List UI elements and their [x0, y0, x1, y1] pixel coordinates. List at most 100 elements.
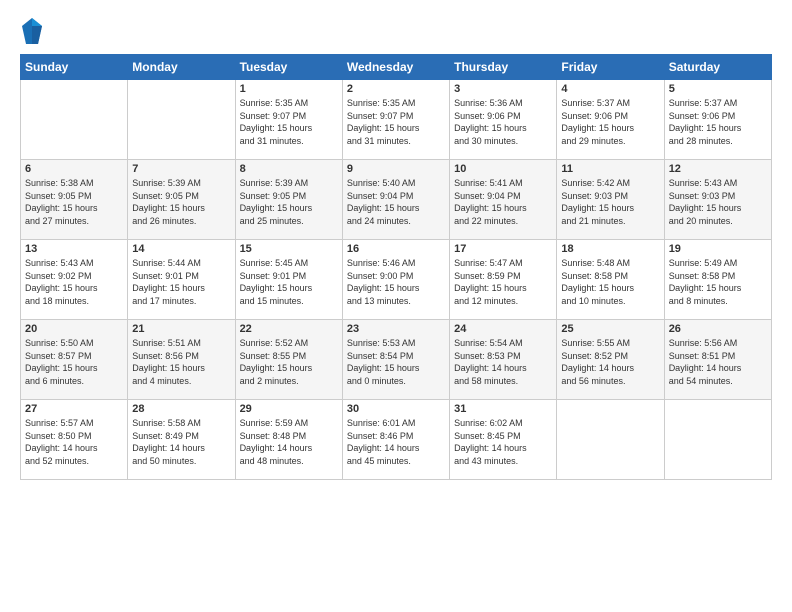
calendar-cell: 20 Sunrise: 5:50 AM Sunset: 8:57 PM Dayli…	[21, 320, 128, 400]
logo	[20, 16, 46, 46]
day-number: 13	[25, 243, 123, 255]
day-number: 7	[132, 163, 230, 175]
day-number: 24	[454, 323, 552, 335]
day-content: Sunrise: 5:39 AM Sunset: 9:05 PM Dayligh…	[240, 177, 338, 227]
calendar-cell: 11 Sunrise: 5:42 AM Sunset: 9:03 PM Dayli…	[557, 160, 664, 240]
page: SundayMondayTuesdayWednesdayThursdayFrid…	[0, 0, 792, 612]
day-content: Sunrise: 5:46 AM Sunset: 9:00 PM Dayligh…	[347, 257, 445, 307]
day-number: 18	[561, 243, 659, 255]
calendar-cell: 15Sunrise: 5:45 AM Sunset: 9:01 PM Dayli…	[235, 240, 342, 320]
day-content: Sunrise: 5:38 AM Sunset: 9:05 PM Dayligh…	[25, 177, 123, 227]
calendar-cell: 27 Sunrise: 5:57 AM Sunset: 8:50 PM Dayli…	[21, 400, 128, 480]
calendar-cell: 6 Sunrise: 5:38 AM Sunset: 9:05 PM Daylig…	[21, 160, 128, 240]
weekday-wednesday: Wednesday	[342, 55, 449, 80]
calendar-cell: 28 Sunrise: 5:58 AM Sunset: 8:49 PM Dayli…	[128, 400, 235, 480]
day-number: 2	[347, 83, 445, 95]
day-content: Sunrise: 5:59 AM Sunset: 8:48 PM Dayligh…	[240, 417, 338, 467]
day-content: Sunrise: 5:39 AM Sunset: 9:05 PM Dayligh…	[132, 177, 230, 227]
calendar-cell: 30 Sunrise: 6:01 AM Sunset: 8:46 PM Dayli…	[342, 400, 449, 480]
day-content: Sunrise: 6:01 AM Sunset: 8:46 PM Dayligh…	[347, 417, 445, 467]
week-row-3: 13 Sunrise: 5:43 AM Sunset: 9:02 PM Dayli…	[21, 240, 772, 320]
calendar-cell: 3 Sunrise: 5:36 AM Sunset: 9:06 PM Daylig…	[450, 80, 557, 160]
day-number: 10	[454, 163, 552, 175]
calendar-cell: 29 Sunrise: 5:59 AM Sunset: 8:48 PM Dayli…	[235, 400, 342, 480]
day-content: Sunrise: 5:54 AM Sunset: 8:53 PM Dayligh…	[454, 337, 552, 387]
calendar-cell: 4Sunrise: 5:37 AM Sunset: 9:06 PM Daylig…	[557, 80, 664, 160]
calendar-cell: 19Sunrise: 5:49 AM Sunset: 8:58 PM Dayli…	[664, 240, 771, 320]
calendar-cell: 10 Sunrise: 5:41 AM Sunset: 9:04 PM Dayli…	[450, 160, 557, 240]
week-row-2: 6 Sunrise: 5:38 AM Sunset: 9:05 PM Daylig…	[21, 160, 772, 240]
calendar-cell: 8Sunrise: 5:39 AM Sunset: 9:05 PM Daylig…	[235, 160, 342, 240]
day-content: Sunrise: 5:37 AM Sunset: 9:06 PM Dayligh…	[561, 97, 659, 147]
day-number: 5	[669, 83, 767, 95]
calendar-cell: 12Sunrise: 5:43 AM Sunset: 9:03 PM Dayli…	[664, 160, 771, 240]
calendar-cell	[128, 80, 235, 160]
day-content: Sunrise: 5:40 AM Sunset: 9:04 PM Dayligh…	[347, 177, 445, 227]
calendar-cell: 7 Sunrise: 5:39 AM Sunset: 9:05 PM Daylig…	[128, 160, 235, 240]
day-content: Sunrise: 5:56 AM Sunset: 8:51 PM Dayligh…	[669, 337, 767, 387]
calendar-cell: 9Sunrise: 5:40 AM Sunset: 9:04 PM Daylig…	[342, 160, 449, 240]
calendar: SundayMondayTuesdayWednesdayThursdayFrid…	[20, 54, 772, 480]
week-row-5: 27 Sunrise: 5:57 AM Sunset: 8:50 PM Dayli…	[21, 400, 772, 480]
calendar-cell: 25Sunrise: 5:55 AM Sunset: 8:52 PM Dayli…	[557, 320, 664, 400]
day-content: Sunrise: 5:50 AM Sunset: 8:57 PM Dayligh…	[25, 337, 123, 387]
calendar-cell: 13 Sunrise: 5:43 AM Sunset: 9:02 PM Dayli…	[21, 240, 128, 320]
calendar-cell: 2 Sunrise: 5:35 AM Sunset: 9:07 PM Daylig…	[342, 80, 449, 160]
day-content: Sunrise: 5:37 AM Sunset: 9:06 PM Dayligh…	[669, 97, 767, 147]
calendar-cell: 26 Sunrise: 5:56 AM Sunset: 8:51 PM Dayli…	[664, 320, 771, 400]
day-number: 23	[347, 323, 445, 335]
calendar-cell: 5 Sunrise: 5:37 AM Sunset: 9:06 PM Daylig…	[664, 80, 771, 160]
day-content: Sunrise: 6:02 AM Sunset: 8:45 PM Dayligh…	[454, 417, 552, 467]
calendar-cell: 24 Sunrise: 5:54 AM Sunset: 8:53 PM Dayli…	[450, 320, 557, 400]
day-number: 11	[561, 163, 659, 175]
day-content: Sunrise: 5:51 AM Sunset: 8:56 PM Dayligh…	[132, 337, 230, 387]
day-content: Sunrise: 5:36 AM Sunset: 9:06 PM Dayligh…	[454, 97, 552, 147]
calendar-cell: 17 Sunrise: 5:47 AM Sunset: 8:59 PM Dayli…	[450, 240, 557, 320]
day-number: 31	[454, 403, 552, 415]
calendar-cell: 14Sunrise: 5:44 AM Sunset: 9:01 PM Dayli…	[128, 240, 235, 320]
calendar-cell: 23 Sunrise: 5:53 AM Sunset: 8:54 PM Dayli…	[342, 320, 449, 400]
day-content: Sunrise: 5:52 AM Sunset: 8:55 PM Dayligh…	[240, 337, 338, 387]
day-content: Sunrise: 5:35 AM Sunset: 9:07 PM Dayligh…	[240, 97, 338, 147]
calendar-cell: 21 Sunrise: 5:51 AM Sunset: 8:56 PM Dayli…	[128, 320, 235, 400]
weekday-sunday: Sunday	[21, 55, 128, 80]
day-number: 20	[25, 323, 123, 335]
day-content: Sunrise: 5:57 AM Sunset: 8:50 PM Dayligh…	[25, 417, 123, 467]
calendar-cell	[21, 80, 128, 160]
day-number: 22	[240, 323, 338, 335]
day-number: 12	[669, 163, 767, 175]
weekday-monday: Monday	[128, 55, 235, 80]
day-content: Sunrise: 5:35 AM Sunset: 9:07 PM Dayligh…	[347, 97, 445, 147]
day-content: Sunrise: 5:48 AM Sunset: 8:58 PM Dayligh…	[561, 257, 659, 307]
day-number: 25	[561, 323, 659, 335]
calendar-cell	[664, 400, 771, 480]
weekday-tuesday: Tuesday	[235, 55, 342, 80]
day-content: Sunrise: 5:43 AM Sunset: 9:02 PM Dayligh…	[25, 257, 123, 307]
day-number: 26	[669, 323, 767, 335]
day-number: 30	[347, 403, 445, 415]
day-number: 6	[25, 163, 123, 175]
day-content: Sunrise: 5:53 AM Sunset: 8:54 PM Dayligh…	[347, 337, 445, 387]
weekday-friday: Friday	[557, 55, 664, 80]
day-number: 27	[25, 403, 123, 415]
weekday-header-row: SundayMondayTuesdayWednesdayThursdayFrid…	[21, 55, 772, 80]
week-row-4: 20 Sunrise: 5:50 AM Sunset: 8:57 PM Dayli…	[21, 320, 772, 400]
day-number: 21	[132, 323, 230, 335]
day-number: 28	[132, 403, 230, 415]
weekday-thursday: Thursday	[450, 55, 557, 80]
day-content: Sunrise: 5:45 AM Sunset: 9:01 PM Dayligh…	[240, 257, 338, 307]
day-number: 1	[240, 83, 338, 95]
calendar-cell: 22 Sunrise: 5:52 AM Sunset: 8:55 PM Dayli…	[235, 320, 342, 400]
day-content: Sunrise: 5:41 AM Sunset: 9:04 PM Dayligh…	[454, 177, 552, 227]
calendar-cell: 31 Sunrise: 6:02 AM Sunset: 8:45 PM Dayli…	[450, 400, 557, 480]
calendar-cell: 1 Sunrise: 5:35 AM Sunset: 9:07 PM Daylig…	[235, 80, 342, 160]
day-number: 14	[132, 243, 230, 255]
day-content: Sunrise: 5:47 AM Sunset: 8:59 PM Dayligh…	[454, 257, 552, 307]
day-number: 17	[454, 243, 552, 255]
day-content: Sunrise: 5:42 AM Sunset: 9:03 PM Dayligh…	[561, 177, 659, 227]
calendar-cell: 18 Sunrise: 5:48 AM Sunset: 8:58 PM Dayli…	[557, 240, 664, 320]
day-number: 3	[454, 83, 552, 95]
day-content: Sunrise: 5:58 AM Sunset: 8:49 PM Dayligh…	[132, 417, 230, 467]
logo-icon	[20, 16, 44, 46]
day-number: 29	[240, 403, 338, 415]
